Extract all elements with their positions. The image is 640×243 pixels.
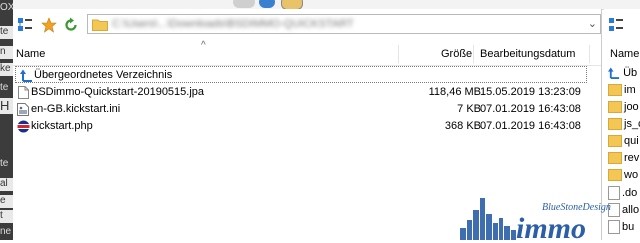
column-header-size[interactable]: Größe	[441, 48, 472, 60]
remote-item-label: joo	[624, 101, 639, 113]
remote-item-label: Üb	[623, 67, 638, 79]
file-name: Übergeordnetes Verzeichnis	[34, 69, 173, 81]
remote-list-item[interactable]: bu	[608, 220, 634, 237]
folder-icon	[608, 118, 622, 131]
panel-toolbar: C:\Users\...\Downloads\BSDIMMO-QUICKSTAR…	[13, 9, 601, 41]
bg-label: n	[0, 46, 13, 59]
folder-icon	[608, 101, 622, 114]
bg-label: te	[0, 26, 13, 39]
bg-label: ke	[0, 63, 13, 76]
file-date: 15.05.2019 13:23:09	[480, 86, 581, 98]
bg-label: al	[0, 178, 13, 191]
remote-file-panel: Name Üb im joo js_c qui rev wo .do allo …	[604, 9, 640, 240]
file-icon	[608, 220, 620, 234]
remote-list-item[interactable]: rev	[608, 152, 639, 169]
blurred-toolbar-icon[interactable]	[259, 0, 275, 8]
folder-icon	[608, 152, 622, 165]
file-size: 7 KB	[457, 103, 481, 115]
bg-label: te	[0, 158, 9, 169]
path-input[interactable]: C:\Users\...\Downloads\BSDIMMO-QUICKSTAR…	[87, 14, 601, 34]
remote-list-item[interactable]: Üb	[608, 67, 637, 84]
bg-label: OX	[0, 2, 13, 13]
remote-list-item[interactable]: qui	[608, 135, 639, 152]
file-row[interactable]: BSDimmo-Quickstart-20190515.jpa 118,46 M…	[13, 84, 601, 101]
column-header-name[interactable]: Name	[16, 48, 45, 60]
remote-item-label: .do	[622, 186, 638, 199]
bg-label: t	[0, 210, 13, 223]
parent-dir-icon	[608, 67, 623, 80]
list-view-icon[interactable]	[15, 16, 35, 34]
file-icon	[608, 186, 620, 200]
column-divider[interactable]	[589, 45, 590, 63]
bg-label: ne	[0, 226, 12, 237]
path-value: C:\Users\...\Downloads\BSDIMMO-QUICKSTAR…	[112, 18, 354, 30]
remote-toolbar	[604, 9, 640, 41]
file-name: kickstart.php	[31, 120, 93, 132]
column-divider[interactable]	[398, 45, 399, 63]
remote-item-label: wo	[624, 169, 639, 181]
folder-icon	[92, 18, 108, 34]
remote-item-label: rev	[624, 152, 640, 164]
file-row-parent-directory[interactable]: Übergeordnetes Verzeichnis	[15, 66, 587, 83]
refresh-icon[interactable]	[61, 16, 81, 34]
parent-dir-icon	[19, 68, 33, 82]
remote-list-item[interactable]: wo	[608, 169, 638, 186]
remote-item-label: qui	[624, 135, 639, 147]
php-file-icon	[16, 119, 30, 133]
remote-item-label: js_c	[624, 118, 640, 130]
column-header-row: ^ Name Größe Bearbeitungsdatum	[13, 40, 601, 66]
column-divider[interactable]	[473, 45, 474, 63]
remote-item-label: im	[624, 84, 636, 96]
bg-label: e	[0, 195, 13, 208]
chevron-down-icon[interactable]: ⌄	[588, 17, 597, 30]
file-name: en-GB.kickstart.ini	[31, 103, 121, 115]
blurred-toolbar-icon[interactable]	[233, 0, 255, 8]
remote-list-item[interactable]: js_c	[608, 118, 640, 135]
file-date: 07.01.2019 16:43:08	[480, 120, 581, 132]
file-size: 368 KB	[444, 120, 481, 132]
file-row[interactable]: kickstart.php 368 KB 07.01.2019 16:43:08	[13, 118, 601, 135]
folder-icon	[608, 84, 622, 97]
folder-icon	[608, 135, 622, 148]
remote-item-label: allo	[622, 203, 640, 216]
file-icon	[608, 203, 620, 217]
file-name: BSDimmo-Quickstart-20190515.jpa	[31, 86, 205, 98]
file-size: 118,46 MB	[428, 86, 481, 98]
ini-file-icon	[16, 102, 30, 116]
sort-ascending-icon: ^	[201, 40, 206, 51]
bg-label: H	[0, 98, 13, 114]
file-row[interactable]: en-GB.kickstart.ini 7 KB 07.01.2019 16:4…	[13, 101, 601, 118]
remote-item-label: bu	[622, 220, 635, 233]
bg-label: te	[0, 82, 9, 93]
list-view-icon[interactable]	[606, 16, 626, 34]
remote-list-item[interactable]: allo	[608, 203, 639, 220]
folder-icon	[608, 169, 622, 182]
file-icon	[16, 85, 30, 99]
remote-column-header-name[interactable]: Name	[610, 48, 639, 60]
column-header-modified[interactable]: Bearbeitungsdatum	[480, 48, 575, 60]
remote-list-item[interactable]: im	[608, 84, 636, 101]
file-date: 07.01.2019 16:43:08	[480, 103, 581, 115]
local-file-panel: C:\Users\...\Downloads\BSDIMMO-QUICKSTAR…	[13, 9, 602, 240]
remote-list-item[interactable]: .do	[608, 186, 637, 203]
background-window-edge: OX te n ke te H te al e t ne	[0, 0, 13, 240]
bookmark-star-icon[interactable]	[39, 16, 59, 34]
remote-list-item[interactable]: joo	[608, 101, 639, 118]
